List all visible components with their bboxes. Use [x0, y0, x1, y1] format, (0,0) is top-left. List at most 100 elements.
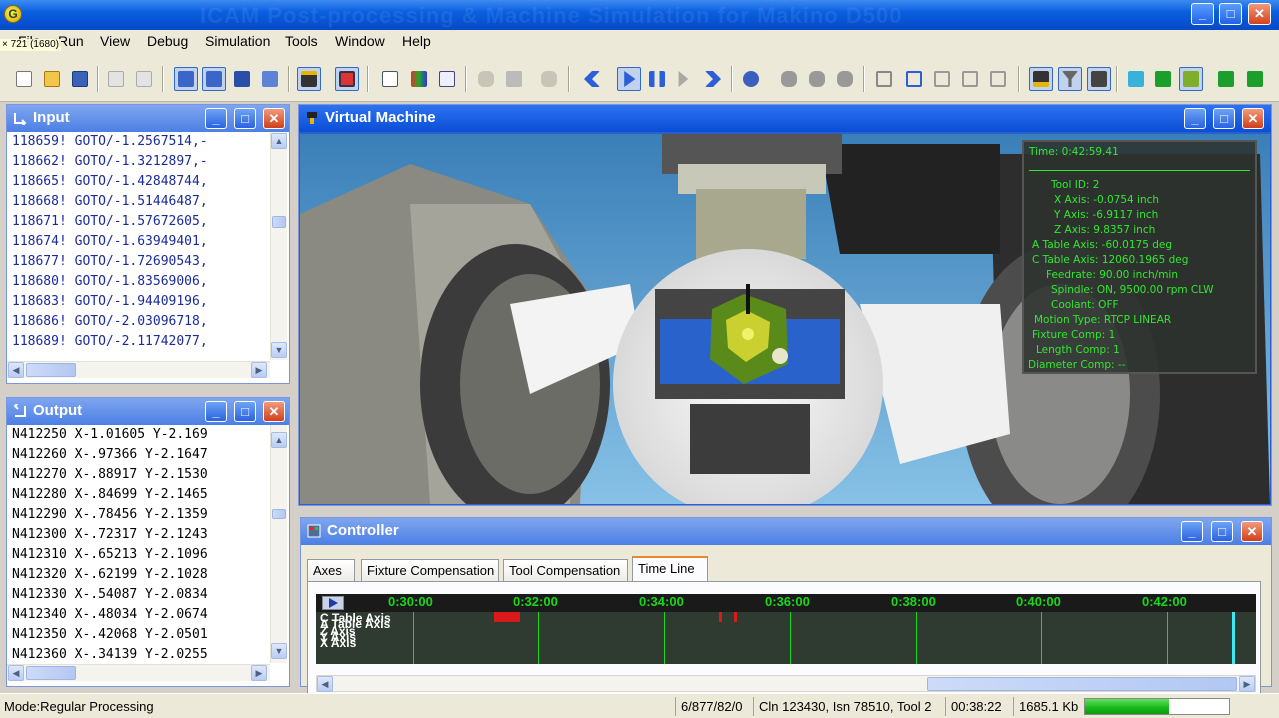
scroll-up-icon[interactable]: ▲ [271, 133, 287, 149]
list-item[interactable]: N412350 X-.42068 Y-2.0501 [7, 625, 269, 645]
fast-forward-icon[interactable] [701, 67, 725, 91]
input-horizontal-scrollbar[interactable]: ◀ ▶ [7, 361, 270, 378]
input-close-icon[interactable]: ✕ [263, 108, 285, 129]
scroll-thumb[interactable] [927, 677, 1237, 691]
input-code-list[interactable]: 118659! GOTO/-1.2567514,- 118662! GOTO/-… [7, 132, 269, 360]
menu-debug[interactable]: Debug [147, 33, 188, 49]
output-maximize-icon[interactable]: □ [234, 401, 256, 422]
tool-icon[interactable] [1058, 67, 1082, 91]
list-item[interactable]: 118677! GOTO/-1.72690543, [7, 252, 269, 272]
tree-3-icon[interactable] [930, 67, 954, 91]
list-item[interactable]: 118686! GOTO/-2.03096718, [7, 312, 269, 332]
fixture-icon[interactable] [1087, 67, 1111, 91]
step-into-icon[interactable] [174, 67, 198, 91]
list-item[interactable]: 118680! GOTO/-1.83569006, [7, 272, 269, 292]
list-icon[interactable] [378, 67, 402, 91]
vm-close-icon[interactable]: ✕ [1242, 108, 1264, 129]
machine-icon[interactable] [297, 67, 321, 91]
step-out-icon[interactable] [202, 67, 226, 91]
list-item[interactable]: N412340 X-.48034 Y-2.0674 [7, 605, 269, 625]
list-item[interactable]: N412330 X-.54087 Y-2.0834 [7, 585, 269, 605]
tab-time-line[interactable]: Time Line [632, 556, 708, 583]
timeline-horizontal-scrollbar[interactable]: ◀ ▶ [316, 675, 1256, 692]
hand-icon[interactable] [474, 67, 498, 91]
scroll-thumb[interactable] [272, 216, 286, 228]
menu-tools[interactable]: Tools [285, 33, 318, 49]
inspect-icon[interactable] [739, 67, 763, 91]
list-item[interactable]: 118662! GOTO/-1.3212897,- [7, 152, 269, 172]
scroll-right-icon[interactable]: ▶ [251, 665, 267, 681]
menu-view[interactable]: View [100, 33, 130, 49]
timeline[interactable]: 0:30:00 0:32:00 0:34:00 0:36:00 0:38:00 … [316, 594, 1256, 664]
export-icon[interactable] [258, 67, 282, 91]
tool-holder-icon[interactable] [1029, 67, 1053, 91]
list-item[interactable]: 118674! GOTO/-1.63949401, [7, 232, 269, 252]
play-icon[interactable] [617, 67, 641, 91]
tree-2-icon[interactable] [902, 67, 926, 91]
output-horizontal-scrollbar[interactable]: ◀ ▶ [7, 664, 270, 681]
machine-viewport[interactable]: Time: 0:42:59.41 Tool ID: 2 X Axis: -0.0… [300, 134, 1270, 504]
find-icon[interactable] [777, 67, 801, 91]
copy-icon[interactable] [104, 67, 128, 91]
timeline-event-marker[interactable] [719, 612, 722, 622]
scroll-right-icon[interactable]: ▶ [251, 362, 267, 378]
report-icon[interactable] [335, 67, 359, 91]
list-item[interactable]: N412270 X-.88917 Y-2.1530 [7, 465, 269, 485]
scroll-thumb[interactable] [26, 363, 76, 377]
vm-maximize-icon[interactable]: □ [1213, 108, 1235, 129]
input-maximize-icon[interactable]: □ [234, 108, 256, 129]
list-item[interactable]: N412300 X-.72317 Y-2.1243 [7, 525, 269, 545]
rewind-icon[interactable] [580, 67, 604, 91]
stop-box-icon[interactable] [230, 67, 254, 91]
pause-icon[interactable] [645, 67, 669, 91]
paste-icon[interactable] [132, 67, 156, 91]
minimize-icon[interactable]: _ [1191, 3, 1214, 25]
scroll-left-icon[interactable]: ◀ [8, 665, 24, 681]
chart-icon[interactable] [407, 67, 431, 91]
list-item[interactable]: 118671! GOTO/-1.57672605, [7, 212, 269, 232]
open-file-icon[interactable] [40, 67, 64, 91]
solid-4-icon[interactable] [1214, 67, 1238, 91]
list-item[interactable]: 118665! GOTO/-1.42848744, [7, 172, 269, 192]
list-item[interactable]: N412260 X-.97366 Y-2.1647 [7, 445, 269, 465]
list-item[interactable]: N412280 X-.84699 Y-2.1465 [7, 485, 269, 505]
scroll-thumb[interactable] [26, 666, 76, 680]
list-item[interactable]: N412290 X-.78456 Y-2.1359 [7, 505, 269, 525]
close-icon[interactable]: ✕ [1248, 3, 1271, 25]
menu-window[interactable]: Window [335, 33, 385, 49]
save-icon[interactable] [68, 67, 92, 91]
list-item[interactable]: N412360 X-.34139 Y-2.0255 [7, 645, 269, 663]
dialog-icon[interactable] [435, 67, 459, 91]
blocks-icon[interactable] [502, 67, 526, 91]
menu-help[interactable]: Help [402, 33, 431, 49]
tab-tool-compensation[interactable]: Tool Compensation [503, 559, 628, 582]
output-vertical-scrollbar[interactable]: ▲ ▼ [270, 425, 287, 663]
solid-2-icon[interactable] [1151, 67, 1175, 91]
scroll-right-icon[interactable]: ▶ [1239, 676, 1255, 692]
find-prev-icon[interactable] [833, 67, 857, 91]
controller-close-icon[interactable]: ✕ [1241, 521, 1263, 542]
tree-1-icon[interactable] [872, 67, 896, 91]
input-minimize-icon[interactable]: _ [205, 108, 227, 129]
timeline-event-marker[interactable] [494, 612, 520, 622]
tab-axes[interactable]: Axes [307, 559, 355, 582]
scroll-down-icon[interactable]: ▼ [271, 342, 287, 358]
list-item[interactable]: N412250 X-1.01605 Y-2.169 [7, 425, 269, 445]
scroll-down-icon[interactable]: ▼ [271, 643, 287, 659]
list-item[interactable]: 118683! GOTO/-1.94409196, [7, 292, 269, 312]
list-item[interactable]: N412320 X-.62199 Y-2.1028 [7, 565, 269, 585]
output-minimize-icon[interactable]: _ [205, 401, 227, 422]
scroll-left-icon[interactable]: ◀ [8, 362, 24, 378]
solid-3-icon[interactable] [1179, 67, 1203, 91]
output-code-list[interactable]: N412250 X-1.01605 Y-2.169 N412260 X-.973… [7, 425, 269, 663]
menu-simulation[interactable]: Simulation [205, 33, 270, 49]
pan-icon[interactable] [537, 67, 561, 91]
find-next-icon[interactable] [805, 67, 829, 91]
list-item[interactable]: N412310 X-.65213 Y-2.1096 [7, 545, 269, 565]
timeline-play-icon[interactable] [322, 596, 344, 610]
new-file-icon[interactable] [12, 67, 36, 91]
output-close-icon[interactable]: ✕ [263, 401, 285, 422]
maximize-icon[interactable]: □ [1219, 3, 1242, 25]
solid-1-icon[interactable] [1124, 67, 1148, 91]
step-icon[interactable] [673, 67, 697, 91]
